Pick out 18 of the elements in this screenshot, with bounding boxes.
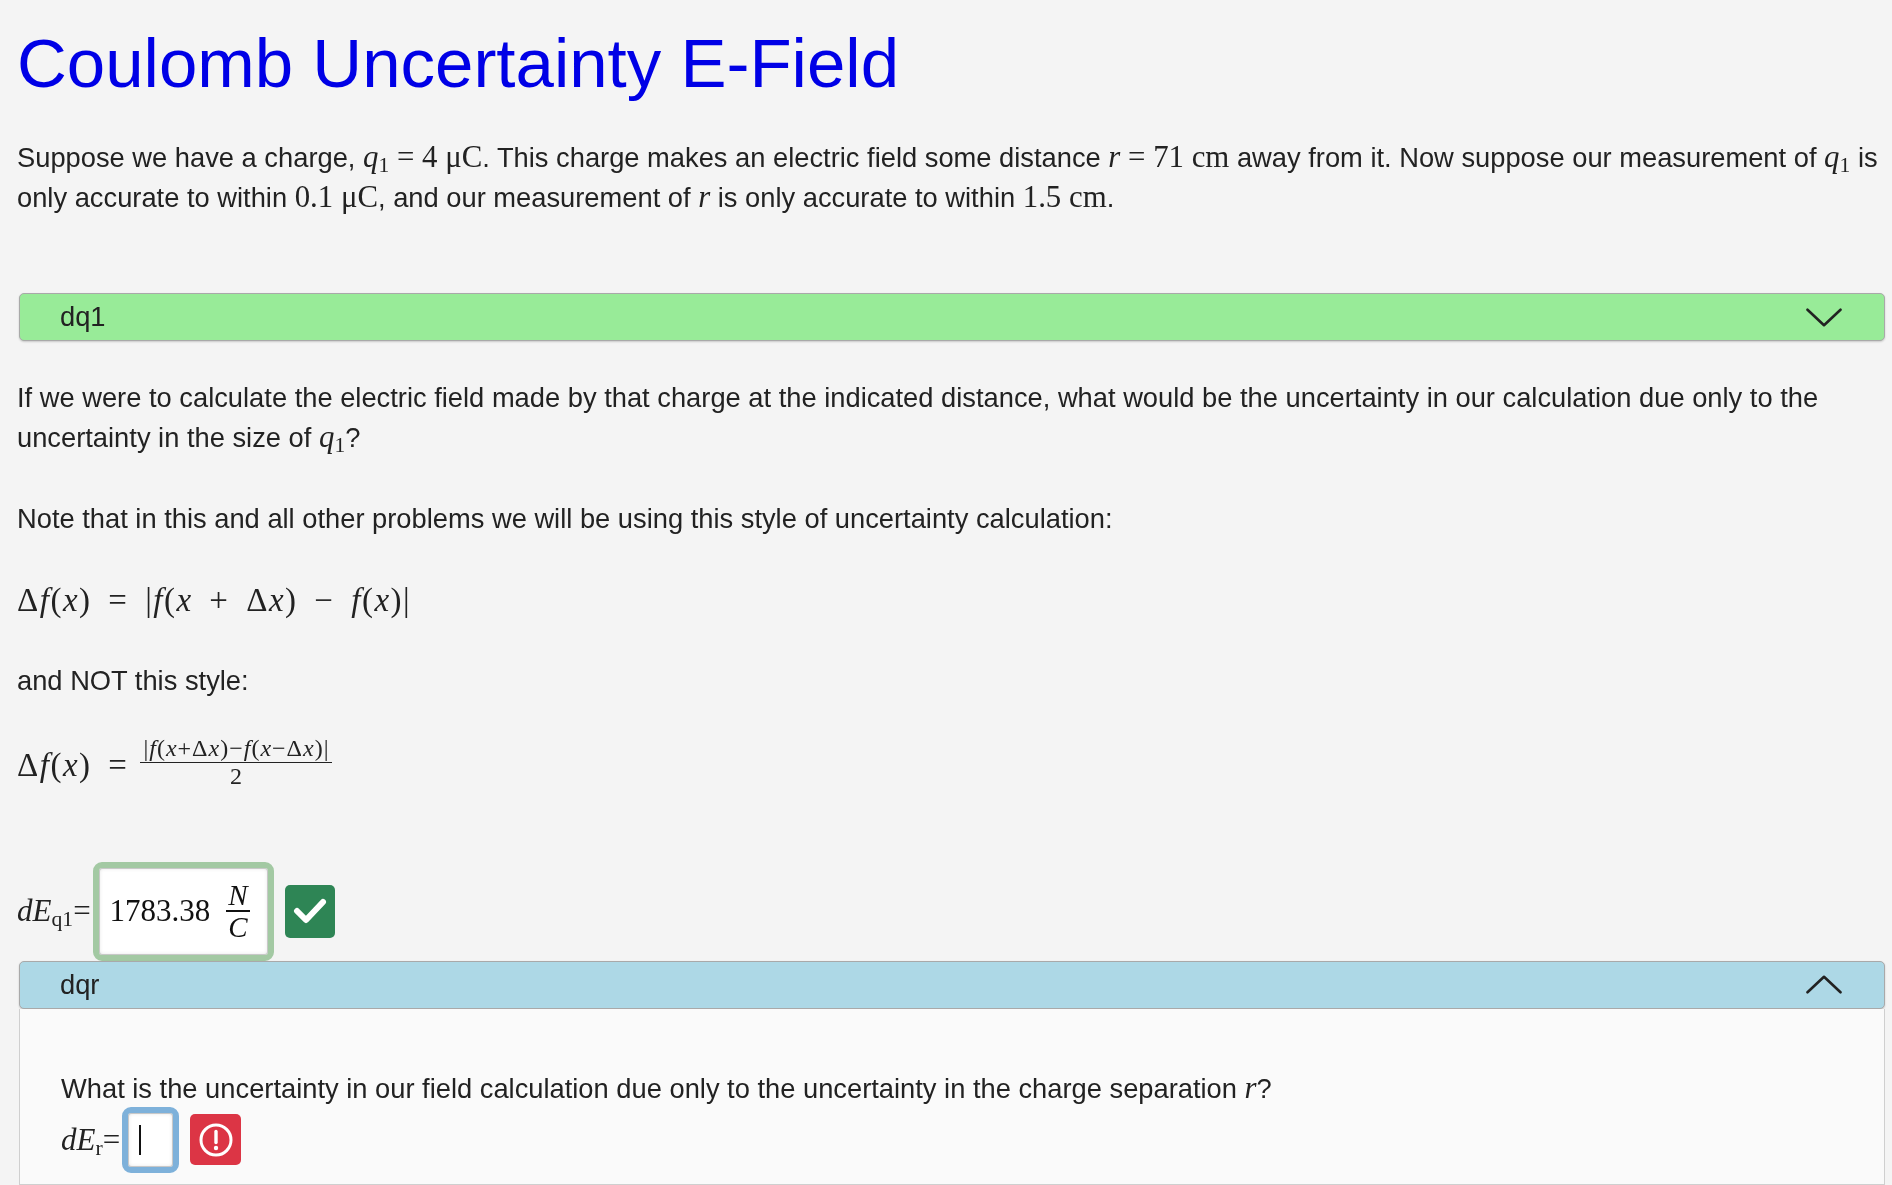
paragraph: If we were to calculate the electric field made by that charge at the indicated distance, what would be the uncertainty in our calculation due only to the uncertainty in the size of q$_{1}$? [17,381,1820,458]
answer-field[interactable] [122,1106,180,1173]
check-button[interactable] [284,884,335,938]
check-icon [292,898,327,925]
error-button[interactable] [190,1114,242,1166]
formula: Δf(x) = |f(x + Δx) − f(x)| [17,581,412,620]
accordion-header[interactable]: dq1 [19,293,1885,341]
page-title: Coulomb Uncertainty E-Field [17,24,899,103]
accordion-header[interactable]: dqr [19,960,1885,1009]
answer-label: dE$_{q1}$= [17,893,91,930]
paragraph: Suppose we have a charge, q$_{1}$ = 4 μC. This charge makes an electric field some distance r = 71 cm away from it. Now suppose our measurement of q$_{1}$ is only accurate to within 0.1 μC, and our measurement of r is only accurate to within 1.5 cm. [17,139,1879,216]
paragraph: What is the uncertainty in our field calculation due only to the uncertainty in the charge separation r? [61,1070,1273,1107]
text-cursor [139,1124,142,1155]
formula: Δf(x) = |f(x+Δx)−f(x−Δx)| 2 [17,742,333,788]
answer-label: dE$_{r}$= [61,1121,121,1158]
paragraph: Note that in this and all other problems we will be using this style of uncertainty calculation: [17,502,1114,536]
alert-icon [198,1122,233,1157]
paragraph: and NOT this style: [17,664,250,698]
